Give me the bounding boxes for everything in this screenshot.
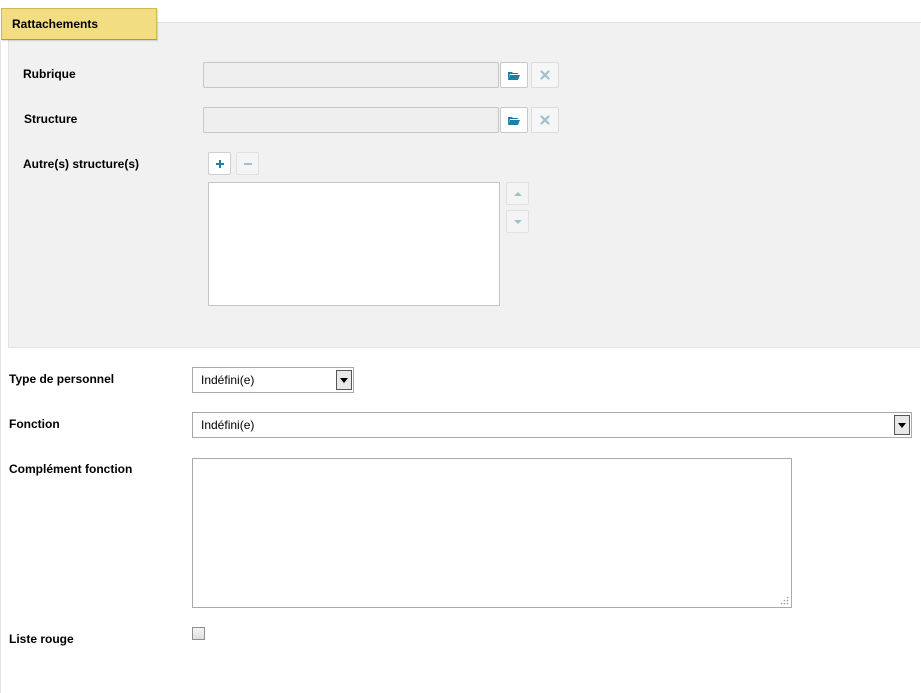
remove-structure-button[interactable] bbox=[236, 152, 259, 175]
close-icon bbox=[540, 70, 550, 80]
folder-open-icon bbox=[508, 116, 520, 125]
rubrique-browse-button[interactable] bbox=[500, 62, 528, 88]
liste-rouge-label: Liste rouge bbox=[9, 632, 74, 646]
resize-grip-icon[interactable] bbox=[780, 596, 789, 605]
liste-rouge-checkbox[interactable] bbox=[192, 627, 205, 640]
plus-icon bbox=[215, 159, 224, 168]
minus-icon bbox=[243, 162, 252, 165]
rubrique-label: Rubrique bbox=[23, 67, 76, 81]
move-up-button[interactable] bbox=[506, 182, 529, 205]
folder-open-icon bbox=[508, 71, 520, 80]
complement-fonction-label: Complément fonction bbox=[9, 462, 133, 476]
dropdown-arrow-icon[interactable] bbox=[336, 370, 352, 390]
rubrique-clear-button[interactable] bbox=[531, 62, 559, 88]
fonction-select[interactable]: Indéfini(e) bbox=[192, 412, 912, 438]
rubrique-field[interactable] bbox=[203, 62, 499, 88]
move-down-button[interactable] bbox=[506, 210, 529, 233]
autres-structures-list[interactable] bbox=[208, 182, 500, 306]
type-personnel-value: Indéfini(e) bbox=[201, 373, 255, 387]
fonction-value: Indéfini(e) bbox=[201, 418, 255, 432]
page-left-border bbox=[0, 40, 1, 693]
structure-browse-button[interactable] bbox=[500, 107, 528, 133]
structure-clear-button[interactable] bbox=[531, 107, 559, 133]
arrow-down-icon bbox=[513, 219, 522, 224]
autres-structures-label: Autre(s) structure(s) bbox=[23, 157, 140, 171]
fonction-label: Fonction bbox=[9, 417, 60, 431]
type-personnel-select[interactable]: Indéfini(e) bbox=[192, 367, 354, 393]
dropdown-arrow-icon[interactable] bbox=[894, 415, 910, 435]
structure-field[interactable] bbox=[203, 107, 499, 133]
arrow-up-icon bbox=[513, 191, 522, 196]
add-structure-button[interactable] bbox=[208, 152, 231, 175]
type-personnel-label: Type de personnel bbox=[9, 372, 115, 386]
section-title: Rattachements bbox=[1, 8, 157, 40]
complement-fonction-textarea[interactable] bbox=[192, 458, 792, 608]
close-icon bbox=[540, 115, 550, 125]
structure-label: Structure bbox=[24, 112, 78, 126]
